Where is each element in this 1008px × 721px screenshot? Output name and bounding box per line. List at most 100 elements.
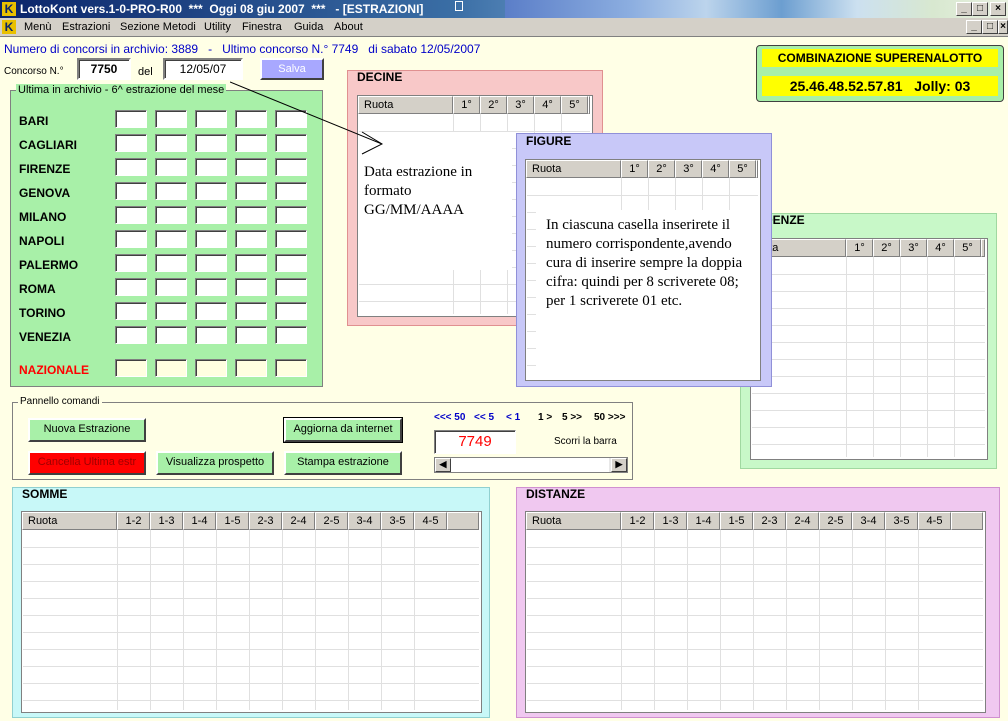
estrazione-number-input[interactable] [155,302,187,320]
estrazione-number-input[interactable] [155,158,187,176]
estrazione-number-input[interactable] [195,359,227,377]
estrazione-number-input[interactable] [115,110,147,128]
column-header[interactable]: 5° [561,96,588,114]
column-header[interactable]: 2-4 [786,512,819,530]
column-header[interactable]: 3° [900,239,927,257]
column-header[interactable]: 2-5 [819,512,852,530]
child-minimize-button[interactable]: _ [966,20,982,34]
nav-fwd-50[interactable]: 50 >>> [594,412,625,423]
estrazione-number-input[interactable] [195,182,227,200]
column-header[interactable]: 4° [534,96,561,114]
stampa-estrazione-button[interactable]: Stampa estrazione [284,451,402,475]
estrazione-number-input[interactable] [275,326,307,344]
scroll-track[interactable] [451,458,609,472]
menu-finestra[interactable]: Finestra [242,20,282,35]
nav-fwd-5[interactable]: 5 >> [562,412,582,423]
estrazione-number-input[interactable] [195,302,227,320]
estrazione-number-input[interactable] [155,134,187,152]
column-header[interactable]: 3-4 [852,512,885,530]
child-restore-button[interactable]: □ [982,20,998,34]
column-header[interactable]: 5° [954,239,981,257]
estrazione-number-input[interactable] [115,134,147,152]
estrazione-number-input[interactable] [195,206,227,224]
column-header[interactable]: 1° [621,160,648,178]
column-header[interactable]: 1-2 [117,512,150,530]
estrazione-number-input[interactable] [115,230,147,248]
estrazione-number-input[interactable] [115,326,147,344]
aggiorna-internet-button[interactable]: Aggiorna da internet [283,417,403,443]
column-header[interactable]: 3-4 [348,512,381,530]
estrazione-number-input[interactable] [115,302,147,320]
estrazione-number-input[interactable] [235,254,267,272]
estrazione-number-input[interactable] [195,326,227,344]
nav-back-5[interactable]: << 5 [474,412,494,423]
menu-about[interactable]: About [334,20,363,35]
salva-button[interactable]: Salva [260,58,324,80]
menu-guida[interactable]: Guida [294,20,323,35]
column-header[interactable]: 1-3 [654,512,687,530]
estrazione-number-input[interactable] [115,254,147,272]
estrazione-number-input[interactable] [235,158,267,176]
estrazione-number-input[interactable] [275,359,307,377]
estrazione-number-input[interactable] [235,182,267,200]
column-header[interactable]: 1-3 [150,512,183,530]
estrazione-number-input[interactable] [235,230,267,248]
estrazione-number-input[interactable] [235,359,267,377]
visualizza-prospetto-button[interactable]: Visualizza prospetto [156,451,274,475]
estrazione-number-input[interactable] [155,326,187,344]
column-header[interactable]: 4° [702,160,729,178]
estrazione-number-input[interactable] [195,110,227,128]
column-header[interactable]: 1-4 [183,512,216,530]
estrazione-number-input[interactable] [195,230,227,248]
cancella-ultima-button[interactable]: Cancella Ultima estr [28,451,146,475]
scroll-left-icon[interactable]: ◀ [435,458,451,472]
concorso-number-input[interactable]: 7750 [77,58,131,80]
estrazione-number-input[interactable] [275,254,307,272]
estrazione-number-input[interactable] [195,254,227,272]
column-header[interactable]: Ruota [22,512,117,530]
estrazione-number-input[interactable] [275,206,307,224]
column-header[interactable]: 1-5 [720,512,753,530]
menu-sezione-metodi[interactable]: Sezione Metodi [120,20,196,35]
concorso-scrollbar[interactable]: ◀ ▶ [434,457,628,473]
column-header[interactable]: 2-3 [249,512,282,530]
concorso-date-input[interactable]: 12/05/07 [163,58,243,80]
estrazione-number-input[interactable] [115,158,147,176]
estrazione-number-input[interactable] [115,182,147,200]
estrazione-number-input[interactable] [235,206,267,224]
nav-back-1[interactable]: < 1 [506,412,520,423]
column-header[interactable]: 1-2 [621,512,654,530]
estrazione-number-input[interactable] [155,278,187,296]
column-header[interactable]: 3° [675,160,702,178]
estrazione-number-input[interactable] [115,278,147,296]
column-header[interactable]: 2-3 [753,512,786,530]
column-header[interactable]: 1° [453,96,480,114]
scroll-right-icon[interactable]: ▶ [611,458,627,472]
column-header[interactable]: 3-5 [885,512,918,530]
column-header[interactable]: Ruota [526,160,621,178]
close-button[interactable]: × [990,2,1006,16]
nuova-estrazione-button[interactable]: Nuova Estrazione [28,418,146,442]
column-header[interactable]: 3-5 [381,512,414,530]
column-header[interactable]: 1° [846,239,873,257]
column-header[interactable]: 4-5 [918,512,951,530]
column-header[interactable]: 1-4 [687,512,720,530]
column-header[interactable]: 3° [507,96,534,114]
estrazione-number-input[interactable] [155,182,187,200]
column-header[interactable]: 2-4 [282,512,315,530]
menu-menu[interactable]: Menù [24,20,52,35]
menu-estrazioni[interactable]: Estrazioni [62,20,110,35]
estrazione-number-input[interactable] [155,110,187,128]
estrazione-number-input[interactable] [275,158,307,176]
column-header[interactable]: 2° [648,160,675,178]
column-header[interactable]: 2-5 [315,512,348,530]
estrazione-number-input[interactable] [235,302,267,320]
column-header[interactable]: 2° [480,96,507,114]
column-header[interactable]: 1-5 [216,512,249,530]
estrazione-number-input[interactable] [155,359,187,377]
column-header[interactable]: 2° [873,239,900,257]
estrazione-number-input[interactable] [195,134,227,152]
column-header[interactable]: 4-5 [414,512,447,530]
estrazione-number-input[interactable] [195,278,227,296]
column-header[interactable]: 4° [927,239,954,257]
